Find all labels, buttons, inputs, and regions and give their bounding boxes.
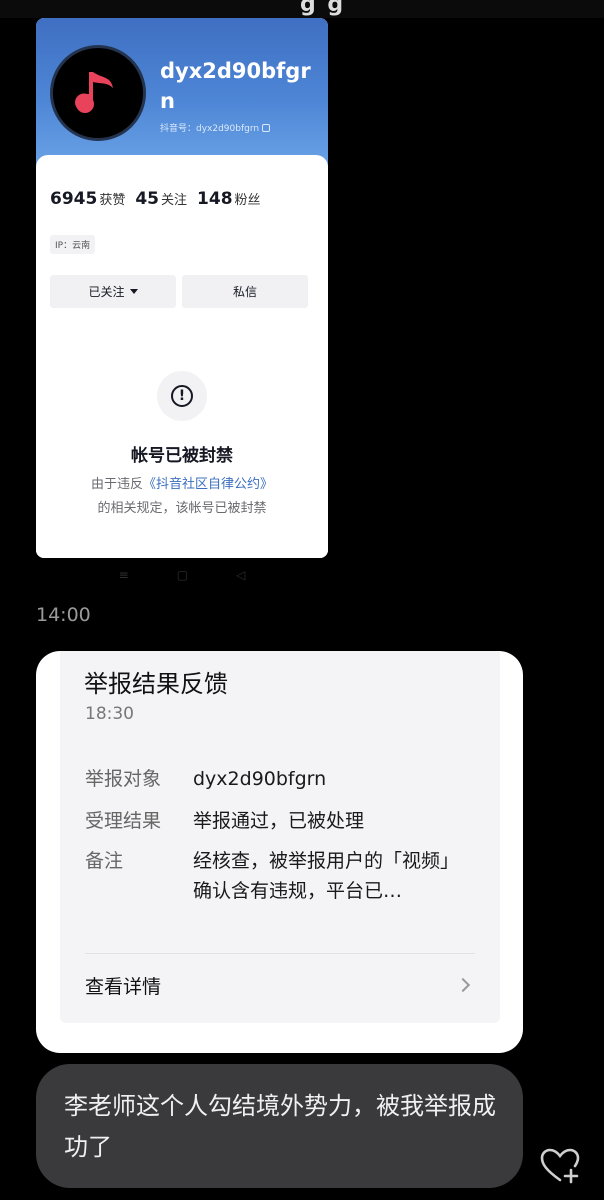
report-target-key: 举报对象	[85, 768, 162, 790]
menu-icon: ≡	[118, 568, 129, 582]
home-icon: ▢	[176, 568, 189, 582]
report-divider	[85, 953, 475, 954]
followed-button-label: 已关注	[88, 285, 125, 299]
report-target-value: dyx2d90bfgrn	[193, 768, 327, 790]
report-note-row: 备注 经核查，被举报用户的「视频」确认含有违规，平台已…	[85, 846, 465, 906]
report-result-value: 举报通过，已被处理	[193, 810, 365, 832]
report-target-row: 举报对象 dyx2d90bfgrn	[85, 764, 465, 794]
report-note-value: 经核查，被举报用户的「视频」确认含有违规，平台已…	[193, 850, 460, 902]
profile-body: 6945 获赞 45 关注 148 粉丝 IP：云南 已关注 私信 ! 帐号已被封禁 …	[36, 155, 328, 558]
profile-username: dyx2d90bfgrn	[160, 59, 311, 113]
report-title: 举报结果反馈	[84, 670, 228, 698]
report-time: 18:30	[85, 704, 134, 724]
report-note-key: 备注	[85, 850, 124, 872]
followed-button[interactable]: 已关注	[50, 275, 176, 308]
caret-down-icon	[129, 289, 138, 294]
alert-icon: !	[157, 371, 207, 421]
ban-desc-prefix: 由于违反	[90, 477, 143, 492]
back-icon: ◁	[236, 568, 246, 582]
music-note-icon	[75, 72, 113, 113]
likes-label: 获赞	[99, 193, 126, 208]
cropped-text: g g	[300, 0, 346, 17]
ban-title: 帐号已被封禁	[131, 446, 233, 466]
following-count[interactable]: 45	[135, 189, 159, 209]
likes-count: 6945	[50, 189, 98, 209]
system-nav-bar: ≡ ▢ ◁	[36, 568, 328, 586]
douyin-id-text: 抖音号：dyx2d90bfgrn	[160, 124, 260, 134]
report-result-key: 受理结果	[85, 810, 162, 832]
following-label[interactable]: 关注	[161, 193, 187, 208]
top-crop-strip: g g	[0, 0, 604, 18]
copy-icon[interactable]	[262, 123, 271, 132]
ban-desc-suffix: 的相关规定，该帐号已被封禁	[97, 501, 267, 516]
profile-actions: 已关注 私信	[50, 275, 308, 308]
ip-location-tag: IP：云南	[50, 235, 96, 254]
fans-label[interactable]: 粉丝	[235, 193, 261, 208]
report-result-row: 受理结果 举报通过，已被处理	[85, 806, 465, 836]
message-button-label: 私信	[232, 285, 257, 299]
avatar	[50, 45, 146, 141]
message-text: 李老师这个人勾结境外势力，被我举报成功了	[64, 1092, 496, 1161]
like-add-icon[interactable]	[540, 1148, 580, 1184]
profile-header: dyx2d90bfgrn 抖音号：dyx2d90bfgrn	[36, 18, 328, 168]
profile-stats: 6945 获赞 45 关注 148 粉丝	[50, 189, 261, 209]
douyin-id: 抖音号：dyx2d90bfgrn	[160, 121, 271, 134]
view-details-link[interactable]: 查看详情	[85, 972, 161, 999]
ban-description: 由于违反《抖音社区自律公约》 的相关规定，该帐号已被封禁	[36, 473, 328, 521]
community-guidelines-link[interactable]: 《抖音社区自律公约》	[143, 477, 273, 492]
chat-timestamp: 14:00	[36, 604, 91, 626]
fans-count[interactable]: 148	[197, 189, 233, 209]
profile-screenshot[interactable]: dyx2d90bfgrn 抖音号：dyx2d90bfgrn 6945 获赞 45 关…	[36, 18, 328, 558]
message-button[interactable]: 私信	[182, 275, 308, 308]
